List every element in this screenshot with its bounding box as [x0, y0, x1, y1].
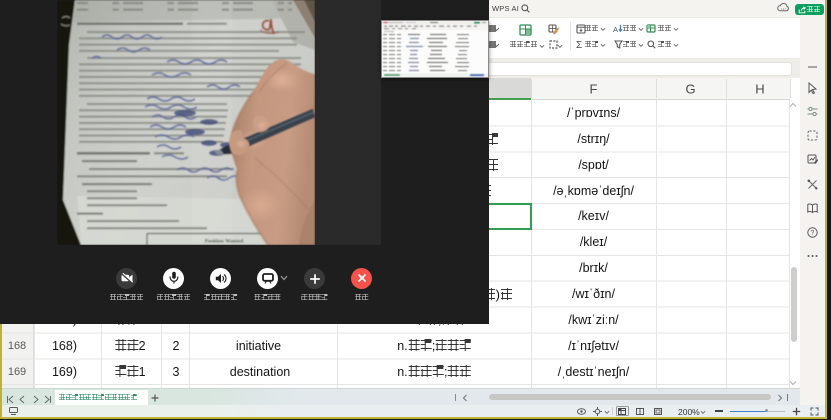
- svg-text:?: ?: [810, 230, 814, 237]
- svg-text:A: A: [613, 25, 618, 34]
- svg-text:Position Wanted: Position Wanted: [205, 239, 244, 245]
